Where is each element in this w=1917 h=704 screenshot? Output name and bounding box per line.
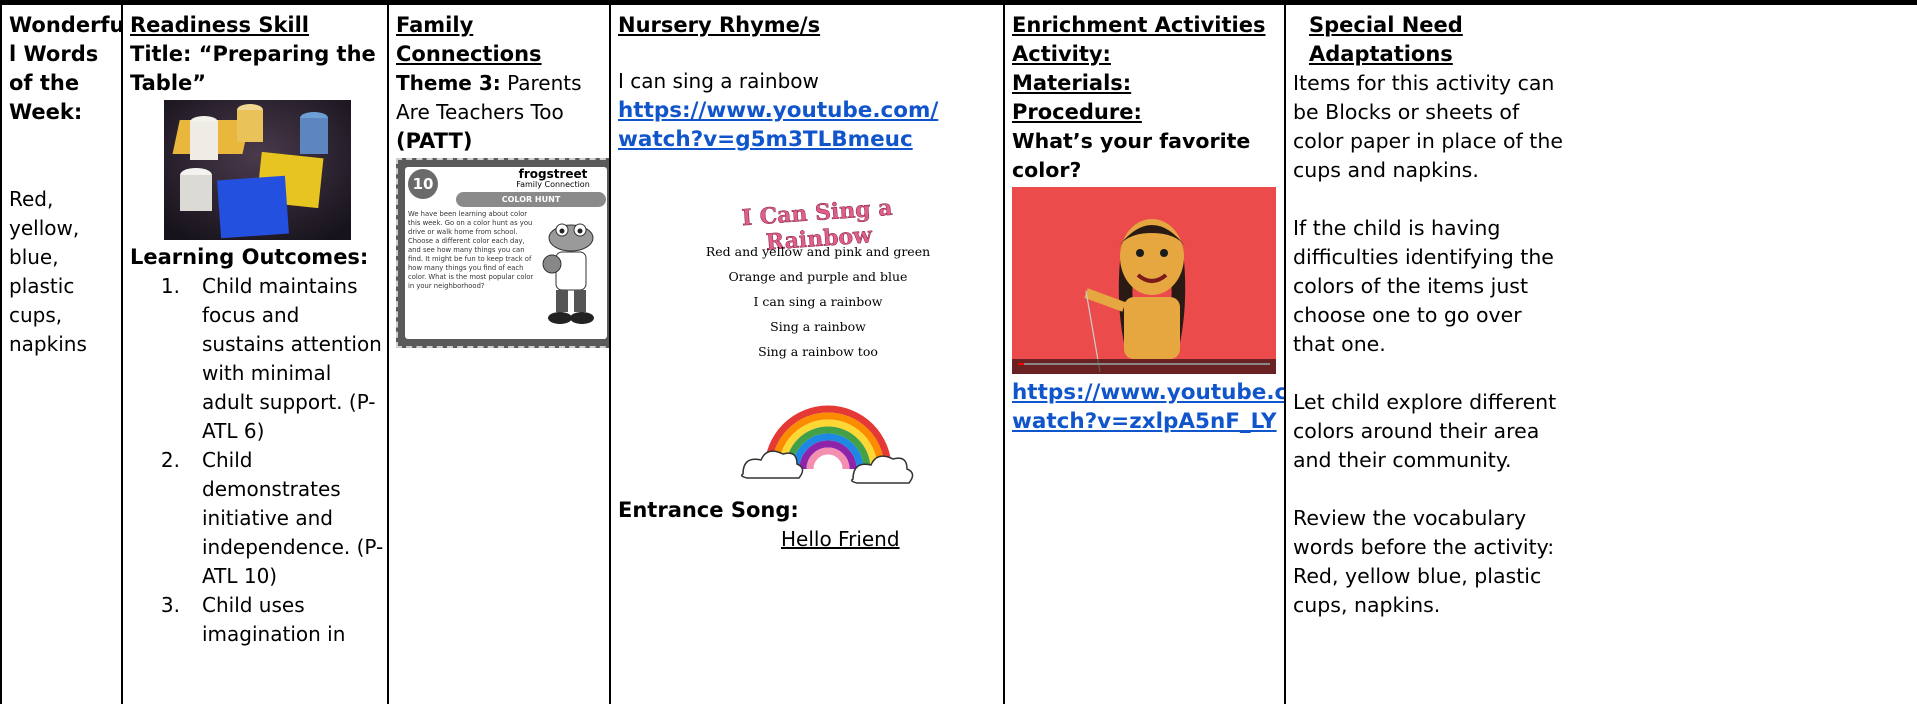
card-brand: frogstreet [518,167,588,181]
rhyme-title: I can sing a rainbow [618,69,819,93]
outcome-text: Child demonstrates initiative and indepe… [202,448,384,588]
rhyme-link-line2: watch?v=g5m3TLBmeuc [618,127,913,152]
outcome-number: 2. [160,448,180,472]
wonderful-words-list: Red, yellow, blue, plastic cups, napkins [9,187,87,356]
adaptation-paragraph: Review the vocabulary words before the a… [1293,506,1555,617]
readiness-skill-heading: Readiness Skill [130,13,310,37]
learning-outcomes-list: 1. Child maintains focus and sustains att… [130,272,387,649]
outcome-text: Child uses imagination in [202,593,346,646]
outcome-text: Child maintains focus and sustains atten… [202,274,382,443]
materials-label: Materials: [1012,71,1132,95]
adaptation-paragraph: Let child explore different colors aroun… [1293,390,1557,472]
special-needs-heading: Special Need Adaptations [1309,13,1463,66]
rainbow-illustration [740,405,914,484]
poster-lyric: Sing a rainbow [770,319,866,334]
frog-illustration [542,223,594,324]
wonderful-words-heading: Wonderfu l Words of the Week: [9,13,121,124]
video-thumbnail[interactable] [1012,187,1276,374]
theme-line: Theme 3: Parents Are Teachers Too [396,69,601,127]
list-item: 3. Child uses imagination in [130,591,387,649]
poster-lyric: I can sing a rainbow [753,294,883,309]
enrichment-link-line1: https://www.youtube.com/ [1012,380,1284,405]
entrance-song-title: Hello Friend [781,527,900,551]
procedure-label: Procedure: [1012,100,1142,124]
nursery-rhymes-heading: Nursery Rhyme/s [618,13,821,37]
outcome-number: 1. [160,274,180,298]
adaptation-paragraph: Items for this activity can be Blocks or… [1293,71,1563,182]
column-family-connections: Family Connections Theme 3: Parents Are … [387,5,609,704]
column-readiness-skill: Readiness Skill Title: “Preparing the Ta… [121,5,387,704]
enrichment-link-line2: watch?v=zxlpA5nF_LY [1012,409,1277,434]
family-connections-heading: Family Connections [396,13,542,66]
poster-lyric: Sing a rainbow too [758,344,878,359]
favorite-color-question: What’s your favorite color? [1012,129,1251,182]
card-subtitle: Family Connection [516,180,590,189]
list-item: 2. Child demonstrates initiative and inde… [130,446,387,591]
rhyme-link-line1: https://www.youtube.com/ [618,98,939,123]
column-special-needs: Special Need Adaptations Items for this … [1284,5,1917,704]
card-banner: COLOR HUNT [456,192,606,207]
table-setting-photo [164,100,351,240]
outcome-number: 3. [160,593,180,617]
readiness-title: Title: “Preparing the Table” [130,42,376,95]
rainbow-poster: I Can Sing a Rainbow Red and yellow and … [688,194,978,494]
color-hunt-card: 10 frogstreet Family Connection COLOR HU… [396,158,609,348]
enrichment-heading: Enrichment Activities [1012,13,1266,37]
card-number-badge: 10 [408,169,438,199]
list-item: 1. Child maintains focus and sustains att… [130,272,387,446]
column-wonderful-words: Wonderfu l Words of the Week: Red, yello… [0,5,121,704]
rhyme-youtube-link[interactable]: https://www.youtube.com/ watch?v=g5m3TLB… [618,96,1003,154]
entrance-song-label: Entrance Song: [618,498,799,522]
patt-label: (PATT) [396,129,473,153]
poster-lyric: Orange and purple and blue [728,269,908,284]
column-enrichment-activities: Enrichment Activities Activity: Material… [1003,5,1284,704]
enrichment-youtube-link[interactable]: https://www.youtube.com/ watch?v=zxlpA5n… [1012,378,1284,436]
theme-label: Theme 3: [396,71,501,95]
column-nursery-rhymes: Nursery Rhyme/s I can sing a rainbow htt… [609,5,1003,704]
poster-lyric: Red and yellow and pink and green [705,244,931,259]
adaptation-paragraph: If the child is having difficulties iden… [1293,216,1554,356]
activity-label: Activity: [1012,42,1111,66]
learning-outcomes-heading: Learning Outcomes: [130,245,369,269]
card-body: We have been learning about color this w… [408,210,534,290]
